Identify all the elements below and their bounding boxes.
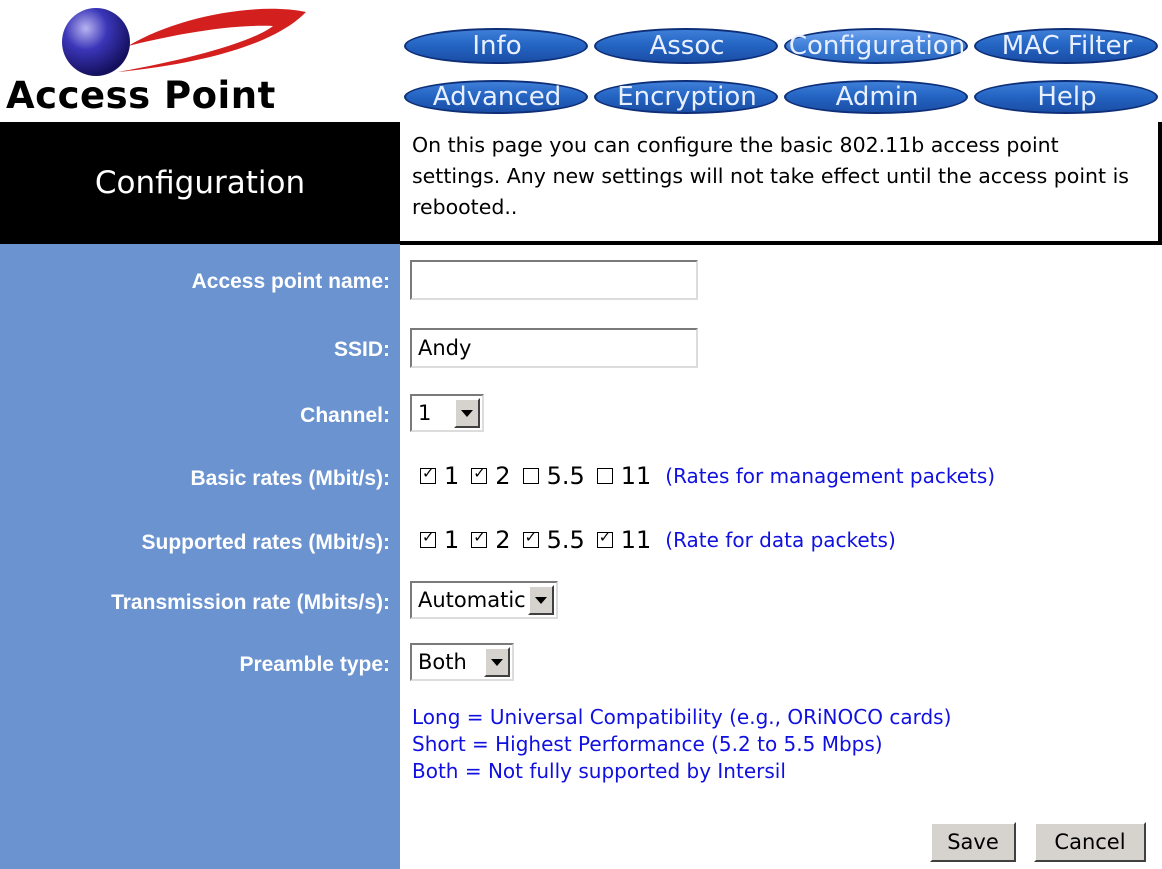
basic-rate-11-checkbox[interactable] bbox=[596, 468, 613, 484]
rate-label: 11 bbox=[620, 462, 652, 490]
rate-label: 11 bbox=[620, 526, 652, 554]
logo-globe-swoosh-icon bbox=[62, 8, 306, 76]
main-nav: Info Assoc Configuration MAC Filter Adva… bbox=[400, 26, 1160, 116]
tx-rate-label: Transmission rate (Mbits/s): bbox=[111, 591, 390, 614]
preamble-label: Preamble type: bbox=[239, 653, 390, 676]
rate-label: 2 bbox=[495, 462, 511, 490]
chevron-down-icon[interactable] bbox=[528, 585, 554, 615]
preamble-value: Both bbox=[418, 650, 467, 674]
tx-rate-select[interactable]: Automatic bbox=[410, 581, 558, 619]
cancel-button[interactable]: Cancel bbox=[1034, 822, 1146, 862]
divider bbox=[400, 241, 1162, 245]
supported-rate-11-checkbox[interactable] bbox=[596, 528, 613, 548]
rate-label: 2 bbox=[495, 526, 511, 554]
rate-label: 5.5 bbox=[546, 526, 585, 554]
legend-line: Long = Universal Compatibility (e.g., OR… bbox=[412, 705, 952, 729]
save-button[interactable]: Save bbox=[930, 822, 1016, 862]
tab-help[interactable]: Help bbox=[970, 78, 1160, 116]
rate-label: 1 bbox=[444, 462, 460, 490]
title-block: Configuration bbox=[0, 122, 400, 244]
chevron-down-icon[interactable] bbox=[454, 398, 480, 428]
logo-text: Access Point bbox=[6, 74, 276, 117]
supported-rates-group: 1 2 5.5 11 (Rate for data packets) bbox=[420, 526, 896, 554]
basic-rates-label: Basic rates (Mbit/s): bbox=[190, 467, 390, 490]
basic-rate-2-checkbox[interactable] bbox=[471, 464, 488, 484]
supported-rates-label: Supported rates (Mbit/s): bbox=[141, 531, 390, 554]
ap-name-label: Access point name: bbox=[191, 270, 390, 293]
ap-name-input[interactable] bbox=[410, 260, 698, 300]
supported-rates-note: (Rate for data packets) bbox=[665, 528, 896, 552]
logo: Access Point bbox=[0, 0, 400, 122]
tab-advanced[interactable]: Advanced bbox=[400, 78, 590, 116]
ssid-label: SSID: bbox=[333, 338, 390, 361]
ssid-input[interactable]: Andy bbox=[410, 328, 698, 368]
supported-rate-5-5-checkbox[interactable] bbox=[522, 528, 539, 548]
rate-label: 5.5 bbox=[546, 462, 585, 490]
channel-label: Channel: bbox=[300, 404, 390, 427]
tab-mac-filter[interactable]: MAC Filter bbox=[970, 26, 1160, 66]
tab-admin[interactable]: Admin bbox=[780, 78, 970, 116]
basic-rate-5-5-checkbox[interactable] bbox=[522, 468, 539, 484]
basic-rate-1-checkbox[interactable] bbox=[420, 464, 436, 484]
supported-rate-2-checkbox[interactable] bbox=[471, 528, 488, 548]
chevron-down-icon[interactable] bbox=[484, 647, 510, 677]
rate-label: 1 bbox=[444, 526, 460, 554]
legend-line: Short = Highest Performance (5.2 to 5.5 … bbox=[412, 732, 883, 756]
nav-row-1: Info Assoc Configuration MAC Filter bbox=[400, 26, 1160, 66]
tx-rate-value: Automatic bbox=[418, 588, 526, 612]
channel-select[interactable]: 1 bbox=[410, 394, 484, 432]
tab-configuration[interactable]: Configuration bbox=[780, 26, 970, 66]
legend-line: Both = Not fully supported by Intersil bbox=[412, 759, 786, 783]
basic-rates-note: (Rates for management packets) bbox=[665, 464, 996, 488]
page-description: On this page you can configure the basic… bbox=[412, 133, 1129, 219]
page-title: Configuration bbox=[94, 165, 306, 201]
tab-info[interactable]: Info bbox=[400, 26, 590, 66]
divider bbox=[1158, 122, 1162, 244]
header: Access Point Info Assoc Configuration MA… bbox=[0, 0, 1162, 122]
nav-row-2: Advanced Encryption Admin Help bbox=[400, 78, 1160, 116]
supported-rate-1-checkbox[interactable] bbox=[420, 528, 436, 548]
basic-rates-group: 1 2 5.5 11 (Rates for management packets… bbox=[420, 462, 995, 490]
tab-assoc[interactable]: Assoc bbox=[590, 26, 780, 66]
channel-value: 1 bbox=[418, 401, 432, 425]
tab-encryption[interactable]: Encryption bbox=[590, 78, 780, 116]
preamble-legend: Long = Universal Compatibility (e.g., OR… bbox=[412, 704, 951, 785]
preamble-select[interactable]: Both bbox=[410, 643, 514, 681]
